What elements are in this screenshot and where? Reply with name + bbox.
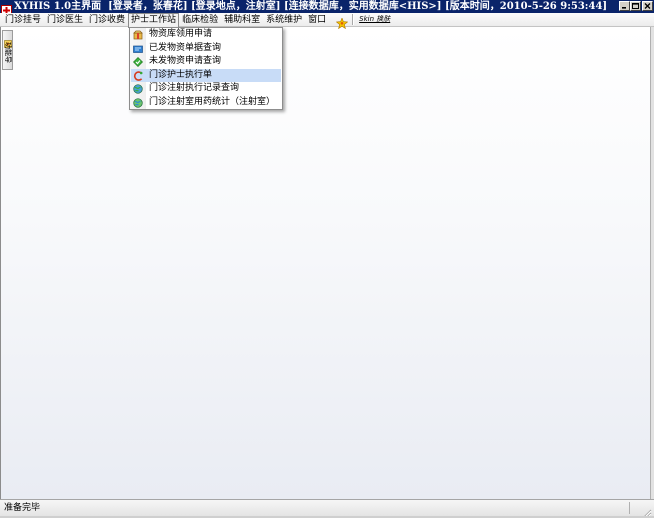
menu-separator xyxy=(352,14,355,25)
title-bar[interactable]: XYHIS 1.0主界面 [登录者，张春花] [登录地点，注射室] [连接数据库… xyxy=(0,0,654,16)
globe-icon xyxy=(133,97,143,108)
main-window: XYHIS 1.0主界面 [登录者，张春花] [登录地点，注射室] [连接数据库… xyxy=(0,0,654,518)
side-navigation-label: 功能导航 xyxy=(4,42,12,63)
menu-item-label: 已发物资单据查询 xyxy=(149,42,222,53)
menu-window[interactable]: 窗口 xyxy=(305,13,329,27)
nurse-station-dropdown: 物资库领用申请 已发物资单据查询 未发物资申请查询 门诊护士执行单 门诊注射执行 xyxy=(129,27,283,110)
menu-outpatient-registration[interactable]: 门诊挂号 xyxy=(2,13,44,27)
resize-grip-icon[interactable] xyxy=(641,504,652,518)
document-card-icon xyxy=(133,44,143,54)
status-divider xyxy=(629,502,630,514)
menu-item-label: 未发物资申请查询 xyxy=(149,56,222,66)
window-title: XYHIS 1.0主界面 [登录者，张春花] [登录地点，注射室] [连接数据库… xyxy=(14,1,608,12)
menu-item-label: 物资库领用申请 xyxy=(149,29,213,39)
menu-item-supply-request[interactable]: 物资库领用申请 xyxy=(130,28,282,42)
menu-system-maintenance[interactable]: 系统维护 xyxy=(263,13,305,27)
pen-icon xyxy=(133,70,143,81)
menu-outpatient-doctor[interactable]: 门诊医生 xyxy=(44,13,86,27)
skin-button[interactable]: Skin 换肤 xyxy=(359,13,390,26)
menu-item-injection-drug-statistics[interactable]: 门诊注射室用药统计（注射室） xyxy=(130,96,282,110)
status-bar: 准备完毕 xyxy=(0,499,654,518)
menu-nurse-station[interactable]: 护士工作站 xyxy=(128,13,180,28)
app-logo-icon[interactable] xyxy=(1,1,12,16)
menu-clinical-lab[interactable]: 临床检验 xyxy=(179,13,221,27)
status-text: 准备完毕 xyxy=(4,503,41,513)
menu-item-pending-supply-query[interactable]: 未发物资申请查询 xyxy=(130,55,282,69)
minimize-button[interactable] xyxy=(619,1,630,11)
side-navigation-tab[interactable]: 功能导航 xyxy=(2,30,13,70)
menu-item-injection-record-query[interactable]: 门诊注射执行记录查询 xyxy=(130,82,282,96)
skin-icon[interactable] xyxy=(335,14,349,30)
close-button[interactable] xyxy=(642,1,653,11)
menu-item-label: 门诊注射室用药统计（注射室） xyxy=(149,96,276,107)
menu-item-label: 门诊注射执行记录查询 xyxy=(149,83,240,93)
navigation-icon xyxy=(3,33,12,48)
mdi-client-area: 功能导航 xyxy=(0,27,651,499)
menu-outpatient-billing[interactable]: 门诊收费 xyxy=(86,13,128,27)
globe-icon xyxy=(133,84,143,94)
menu-bar: 门诊挂号 门诊医生 门诊收费 护士工作站 临床检验 辅助科室 系统维护 窗口 S… xyxy=(0,13,654,30)
menu-item-nurse-execution-sheet[interactable]: 门诊护士执行单 xyxy=(131,68,281,82)
menu-item-issued-supply-query[interactable]: 已发物资单据查询 xyxy=(130,42,282,56)
menu-item-label: 门诊护士执行单 xyxy=(149,69,213,80)
menu-auxiliary-dept[interactable]: 辅助科室 xyxy=(221,13,263,27)
green-check-icon xyxy=(133,57,143,67)
maximize-button[interactable] xyxy=(630,1,641,11)
package-icon xyxy=(133,30,143,40)
